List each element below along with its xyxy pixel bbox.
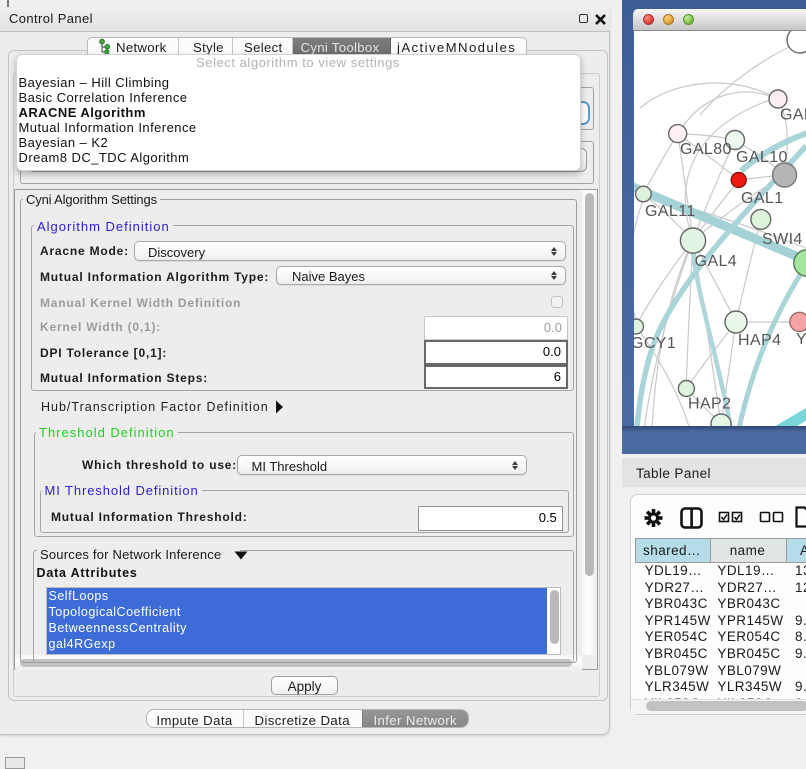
- svg-text:GAL11: GAL11: [645, 203, 696, 220]
- svg-text:GAL2: GAL2: [780, 107, 806, 124]
- svg-text:GAL1: GAL1: [741, 190, 784, 207]
- svg-text:GAL10: GAL10: [736, 149, 788, 166]
- svg-text:SWI4: SWI4: [762, 231, 803, 248]
- svg-text:GAL80: GAL80: [680, 141, 732, 158]
- svg-text:GAL4: GAL4: [695, 253, 738, 270]
- svg-text:YM: YM: [796, 331, 806, 348]
- svg-text:GCY1: GCY1: [634, 335, 676, 352]
- svg-text:HAP2: HAP2: [688, 396, 731, 413]
- svg-text:HAP4: HAP4: [738, 332, 781, 349]
